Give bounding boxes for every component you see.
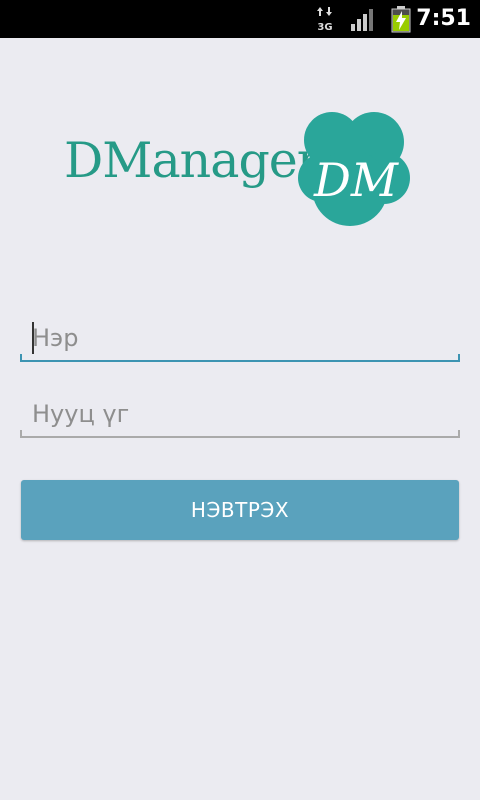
logo-bubble-icon: DM (298, 112, 410, 226)
password-underline (20, 430, 460, 438)
logo-wordmark: DManager (64, 132, 320, 189)
signal-icon (351, 9, 373, 31)
network-type-label: 3G (317, 22, 332, 32)
app-logo: DManager DM (60, 112, 420, 232)
username-underline (20, 354, 460, 362)
username-input[interactable] (20, 318, 460, 358)
text-cursor (32, 322, 34, 354)
username-field-wrapper (20, 318, 460, 362)
battery-charging-icon (391, 6, 411, 33)
logo-monogram: DM (313, 153, 400, 207)
password-field-wrapper (20, 394, 460, 438)
password-input[interactable] (20, 394, 460, 434)
status-clock: 7:51 (416, 6, 471, 31)
data-arrows-icon: 3G (317, 7, 333, 32)
status-bar: 3G 7:51 (0, 0, 480, 38)
login-button[interactable]: НЭВТРЭХ (21, 480, 459, 540)
